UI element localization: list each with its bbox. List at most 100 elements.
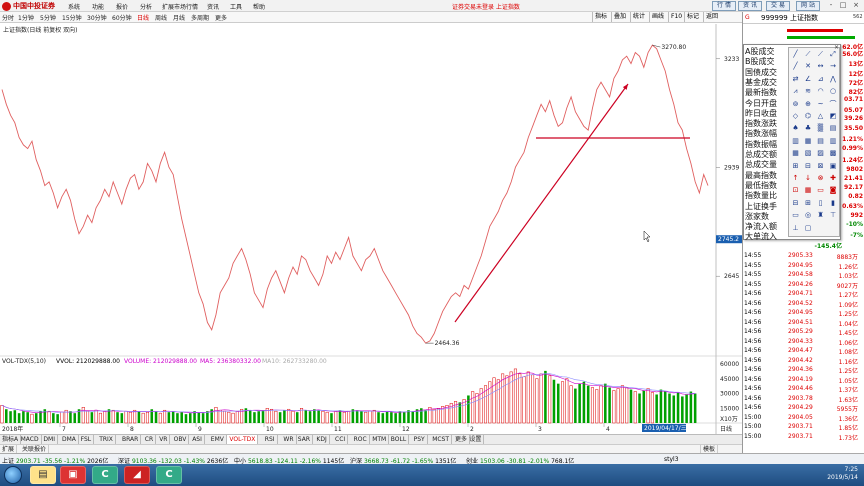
draw-tool-icon[interactable]: ⌒ [828, 99, 839, 109]
tool-mark[interactable]: 标记 [684, 12, 701, 22]
menu-ext-market[interactable]: 扩展市场行情 [162, 2, 198, 11]
draw-tool-icon[interactable]: ⊗ [815, 173, 826, 183]
menu-system[interactable]: 系统 [68, 2, 80, 11]
draw-tool-icon[interactable]: ≋ [803, 86, 814, 96]
draw-tool-icon[interactable]: ⋀ [828, 74, 839, 84]
draw-tool-icon[interactable]: ⊠ [815, 161, 826, 171]
draw-tool-icon[interactable]: ♣ [803, 123, 814, 133]
taskbar-folder-icon[interactable]: ▤ [30, 466, 56, 484]
draw-tool-icon[interactable]: ▒ [815, 123, 826, 133]
draw-tool-icon[interactable]: ✚ [828, 173, 839, 183]
draw-tool-icon[interactable]: ⊿ [815, 74, 826, 84]
tool-indicator[interactable]: 指标 [592, 12, 609, 22]
period-30min[interactable]: 30分钟 [87, 13, 107, 22]
draw-tool-icon[interactable]: ╱ [790, 49, 801, 59]
top-button-trade[interactable]: 交 易 [766, 1, 790, 11]
period-intraday[interactable]: 分时 [2, 13, 14, 22]
draw-tool-icon[interactable]: ▤ [815, 136, 826, 146]
draw-tool-icon[interactable]: ◎ [803, 210, 814, 220]
tool-back[interactable]: 返回 [703, 12, 720, 22]
draw-tool-icon[interactable]: ▦ [790, 148, 801, 158]
draw-tool-icon[interactable]: ∠ [803, 74, 814, 84]
draw-tool-icon[interactable]: → [828, 61, 839, 71]
draw-tool-icon[interactable]: ⊚ [790, 99, 801, 109]
draw-tool-icon[interactable]: ↓ [803, 173, 814, 183]
tool-f10[interactable]: F10 [668, 12, 684, 22]
draw-tool-icon[interactable]: ⊞ [790, 161, 801, 171]
taskbar-c-app2-icon[interactable]: C [156, 466, 182, 484]
draw-tool-icon[interactable]: ◠ [815, 86, 826, 96]
draw-tool-icon[interactable]: ▢ [803, 223, 814, 233]
draw-tool-icon[interactable]: ◩ [828, 111, 839, 121]
period-more[interactable]: 更多 [215, 13, 227, 22]
draw-tool-icon[interactable]: ⊟ [790, 198, 801, 208]
draw-tool-icon[interactable]: ⊤ [828, 210, 839, 220]
draw-tool-icon[interactable]: ⊕ [803, 99, 814, 109]
period-5min[interactable]: 5分钟 [40, 13, 56, 22]
draw-tool-icon[interactable]: ⇄ [790, 74, 801, 84]
minimize-button[interactable]: - [826, 1, 836, 10]
taskbar-app-icon[interactable]: ▣ [60, 466, 86, 484]
draw-tool-icon[interactable]: ⊥ [790, 223, 801, 233]
draw-tool-icon[interactable]: ♜ [815, 210, 826, 220]
tool-stats[interactable]: 统计 [630, 12, 647, 22]
menu-info[interactable]: 资讯 [207, 2, 219, 11]
draw-tool-icon[interactable]: ▭ [815, 185, 826, 195]
draw-tool-icon[interactable]: ✕ [803, 61, 814, 71]
draw-tool-icon[interactable]: ╱ [790, 61, 801, 71]
draw-tool-icon[interactable]: ▮ [828, 198, 839, 208]
draw-tool-icon[interactable]: ♠ [790, 123, 801, 133]
kline-chart[interactable]: 3270.80 2464.36 3233 2939 2645 2745.2 VOL-TDX(… [0, 24, 742, 434]
menu-function[interactable]: 功能 [92, 2, 104, 11]
menu-analysis[interactable]: 分析 [140, 2, 152, 11]
period-monthly[interactable]: 月线 [173, 13, 185, 22]
draw-tool-icon[interactable]: ◙ [828, 185, 839, 195]
period-60min[interactable]: 60分钟 [112, 13, 132, 22]
taskbar-c-app-icon[interactable]: C [92, 466, 118, 484]
period-weekly[interactable]: 周线 [155, 13, 167, 22]
draw-tool-icon[interactable]: ▦ [803, 185, 814, 195]
draw-tool-icon[interactable]: ▧ [803, 148, 814, 158]
draw-tool-icon[interactable]: ▥ [790, 136, 801, 146]
draw-tool-icon[interactable]: ▯ [815, 198, 826, 208]
draw-tool-icon[interactable]: ⊡ [790, 185, 801, 195]
period-1min[interactable]: 1分钟 [18, 13, 34, 22]
trade-login-link[interactable]: 证券交易未登录 上证指数 [452, 2, 520, 11]
drawing-palette[interactable]: A股成交 B股成交 国债成交 基金成交 最新指数 今日开盘 昨日收盘 指数涨跌 指数涨幅 指数振幅… [743, 44, 841, 241]
draw-tool-icon[interactable]: ▩ [828, 148, 839, 158]
draw-tool-icon[interactable]: ◇ [790, 111, 801, 121]
draw-tool-icon[interactable]: ↔ [815, 61, 826, 71]
menu-quote[interactable]: 报价 [116, 2, 128, 11]
menu-tools[interactable]: 工具 [230, 2, 242, 11]
close-icon[interactable]: × [834, 44, 839, 51]
top-button-site[interactable]: 网 站 [796, 1, 820, 11]
draw-tool-icon[interactable]: ⌬ [803, 111, 814, 121]
draw-tool-icon[interactable]: ▥ [828, 136, 839, 146]
draw-tool-icon[interactable]: ▤ [828, 123, 839, 133]
draw-tool-icon[interactable]: ⊟ [803, 161, 814, 171]
draw-tool-icon[interactable]: ▨ [815, 148, 826, 158]
draw-tool-icon[interactable]: ▣ [828, 161, 839, 171]
draw-tool-icon[interactable]: ▦ [803, 136, 814, 146]
draw-tool-icon[interactable]: ○ [828, 86, 839, 96]
draw-tool-icon[interactable]: ⊞ [803, 198, 814, 208]
period-multi[interactable]: 多周期 [191, 13, 209, 22]
draw-tool-icon[interactable]: ▭ [790, 210, 801, 220]
tool-draw[interactable]: 画线 [649, 12, 666, 22]
draw-tool-icon[interactable]: ↑ [790, 173, 801, 183]
draw-tool-icon[interactable]: ~ [815, 99, 826, 109]
period-daily[interactable]: 日线 [137, 13, 149, 22]
period-15min[interactable]: 15分钟 [62, 13, 82, 22]
maximize-button[interactable]: □ [838, 1, 848, 10]
draw-tool-icon[interactable]: ⟋ [803, 49, 814, 59]
draw-tool-icon[interactable]: ⩘ [790, 86, 801, 96]
tool-overlay[interactable]: 叠加 [611, 12, 628, 22]
taskbar-stock-app-icon[interactable]: ◢ [124, 466, 150, 484]
top-button-news[interactable]: 资 讯 [738, 1, 762, 11]
top-button-market[interactable]: 行 情 [712, 1, 736, 11]
draw-tool-icon[interactable]: ⟋ [815, 49, 826, 59]
menu-help[interactable]: 帮助 [253, 2, 265, 11]
draw-tool-icon[interactable]: △ [815, 111, 826, 121]
close-button[interactable]: × [851, 1, 861, 10]
start-button-icon[interactable] [4, 466, 22, 484]
